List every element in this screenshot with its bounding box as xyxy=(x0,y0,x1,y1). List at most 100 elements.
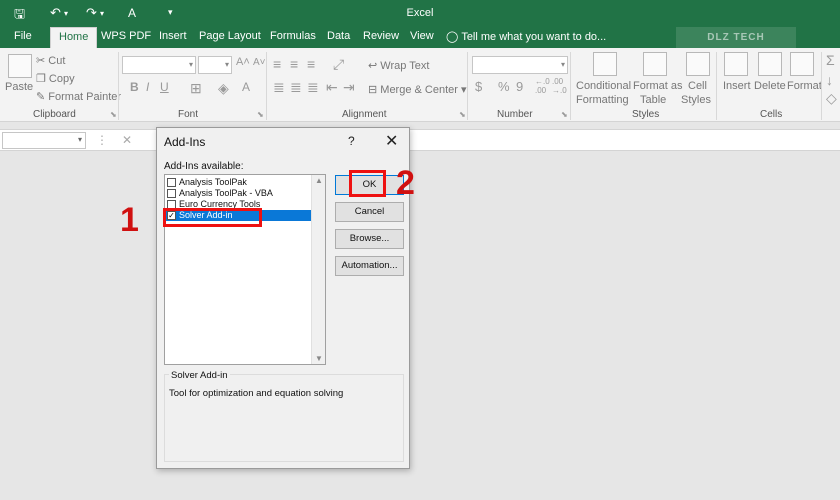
format-as-table-label-1: Format as xyxy=(633,80,683,92)
borders-icon[interactable]: ⊞ xyxy=(190,80,202,97)
wrap-text-button[interactable]: ↩ Wrap Text xyxy=(368,59,429,72)
copy-button[interactable]: ❐ Copy xyxy=(36,72,75,85)
checkbox[interactable] xyxy=(167,189,176,198)
format-as-table-label-2: Table xyxy=(640,94,667,106)
align-left-icon[interactable]: ≣ xyxy=(273,79,285,96)
bold-button[interactable]: B xyxy=(130,80,139,94)
cancel-button[interactable]: Cancel xyxy=(335,202,404,222)
help-icon[interactable]: ? xyxy=(348,134,355,148)
delete-cells-button[interactable]: Delete xyxy=(754,80,786,92)
close-icon[interactable]: ✕ xyxy=(385,131,398,151)
align-right-icon[interactable]: ≣ xyxy=(307,79,319,96)
tab-insert[interactable]: Insert xyxy=(159,30,187,42)
currency-button[interactable]: $ xyxy=(475,79,482,94)
chevron-down-icon: ▾ xyxy=(188,60,193,69)
add-ins-list[interactable]: Analysis ToolPak Analysis ToolPak - VBA … xyxy=(164,174,326,365)
increase-decimal-icon[interactable]: ←.0.00 xyxy=(535,77,550,95)
more-options-icon: ⋮ xyxy=(96,133,108,147)
insert-cells-button[interactable]: Insert xyxy=(723,80,751,92)
tab-review[interactable]: Review xyxy=(363,30,399,42)
percent-button[interactable]: % xyxy=(498,79,510,94)
cancel-entry-icon[interactable]: ✕ xyxy=(122,133,132,147)
paste-icon[interactable] xyxy=(8,54,32,78)
cell-styles-button[interactable]: Cell xyxy=(688,80,707,92)
cell-styles-icon[interactable] xyxy=(686,52,710,76)
font-color-ribbon-icon[interactable]: A xyxy=(242,80,250,94)
checkbox[interactable] xyxy=(167,178,176,187)
tell-me-box[interactable]: ◯ Tell me what you want to do... xyxy=(446,30,606,43)
number-format-select[interactable]: ▾ xyxy=(472,56,568,74)
shrink-font-icon[interactable]: A˅ xyxy=(253,57,266,68)
browse-button[interactable]: Browse... xyxy=(335,229,404,249)
font-name-select[interactable]: ▾ xyxy=(122,56,196,74)
divider xyxy=(821,52,822,120)
alignment-group-label: Alignment xyxy=(342,109,387,120)
italic-button[interactable]: I xyxy=(146,80,149,94)
format-cells-icon[interactable] xyxy=(790,52,814,76)
insert-cells-icon[interactable] xyxy=(724,52,748,76)
align-center-icon[interactable]: ≣ xyxy=(290,79,302,96)
tell-me-text: Tell me what you want to do... xyxy=(461,31,607,43)
tab-file[interactable]: File xyxy=(14,30,32,42)
comma-button[interactable]: 9 xyxy=(516,79,523,94)
step-1-label: 1 xyxy=(120,201,139,239)
cut-label: Cut xyxy=(48,55,66,67)
decrease-indent-icon[interactable]: ⇤ xyxy=(326,79,338,96)
merge-center-button[interactable]: ⊟ Merge & Center ▾ xyxy=(368,83,467,96)
merge-center-label: Merge & Center xyxy=(380,84,458,96)
conditional-formatting-button[interactable]: Conditional xyxy=(576,80,631,92)
font-size-select[interactable]: ▾ xyxy=(198,56,232,74)
clipboard-launcher-icon[interactable]: ⬊ xyxy=(110,110,117,119)
cut-button[interactable]: ✂ Cut xyxy=(36,54,65,67)
styles-group-label: Styles xyxy=(632,109,660,120)
tab-home[interactable]: Home xyxy=(50,27,98,48)
format-as-table-icon[interactable] xyxy=(643,52,667,76)
format-painter-button[interactable]: ✎ Format Painter xyxy=(36,90,121,103)
clear-icon[interactable]: ◇ xyxy=(826,90,837,107)
grow-font-icon[interactable]: A˄ xyxy=(236,56,250,68)
clipboard-group-label: Clipboard xyxy=(33,109,76,120)
increase-indent-icon[interactable]: ⇥ xyxy=(343,79,355,96)
paste-button[interactable]: Paste xyxy=(5,81,33,93)
autosum-icon[interactable]: Σ xyxy=(826,52,835,68)
format-as-table-button[interactable]: Format as xyxy=(633,80,683,92)
description-title: Solver Add-in xyxy=(169,370,230,381)
highlight-solver-box xyxy=(163,208,262,227)
format-cells-button[interactable]: Format xyxy=(787,80,822,92)
cells-group-label: Cells xyxy=(760,109,783,120)
add-ins-available-label: Add-Ins available: xyxy=(164,161,244,172)
orientation-icon[interactable]: ⤢ xyxy=(333,56,344,73)
decrease-decimal-icon[interactable]: .00 →.0 xyxy=(552,77,567,95)
name-box[interactable]: ▾ xyxy=(2,132,86,149)
tab-formulas[interactable]: Formulas xyxy=(270,30,316,42)
tab-page-layout[interactable]: Page Layout xyxy=(199,30,261,42)
tab-view[interactable]: View xyxy=(410,30,434,42)
divider xyxy=(467,52,468,120)
scroll-up-icon[interactable]: ▲ xyxy=(315,176,323,185)
fill-color-icon[interactable]: ◈ xyxy=(218,80,229,97)
font-launcher-icon[interactable]: ⬊ xyxy=(257,110,264,119)
ribbon: Paste ✂ Cut ❐ Copy ✎ Format Painter Clip… xyxy=(0,48,840,122)
list-item-analysis-toolpak[interactable]: Analysis ToolPak xyxy=(166,177,311,188)
number-launcher-icon[interactable]: ⬊ xyxy=(561,110,568,119)
alignment-launcher-icon[interactable]: ⬊ xyxy=(459,110,466,119)
dialog-title: Add-Ins xyxy=(164,135,206,149)
tab-data[interactable]: Data xyxy=(327,30,350,42)
align-middle-icon[interactable]: ≡ xyxy=(290,56,298,72)
delete-cells-icon[interactable] xyxy=(758,52,782,76)
copy-label: Copy xyxy=(48,73,75,85)
conditional-formatting-label-2: Formatting xyxy=(576,94,629,106)
scroll-down-icon[interactable]: ▼ xyxy=(315,354,323,363)
align-bottom-icon[interactable]: ≡ xyxy=(307,56,315,72)
list-scrollbar[interactable]: ▲ ▼ xyxy=(311,175,325,364)
copy-icon: ❐ xyxy=(36,73,49,85)
list-item-analysis-toolpak-vba[interactable]: Analysis ToolPak - VBA xyxy=(166,188,311,199)
tab-wps-pdf[interactable]: WPS PDF xyxy=(101,30,151,42)
automation-button[interactable]: Automation... xyxy=(335,256,404,276)
chevron-down-icon: ▾ xyxy=(560,60,565,69)
conditional-formatting-icon[interactable] xyxy=(593,52,617,76)
font-group-label: Font xyxy=(178,109,199,120)
fill-icon[interactable]: ↓ xyxy=(826,72,833,88)
underline-button[interactable]: U xyxy=(160,80,169,94)
align-top-icon[interactable]: ≡ xyxy=(273,56,281,72)
